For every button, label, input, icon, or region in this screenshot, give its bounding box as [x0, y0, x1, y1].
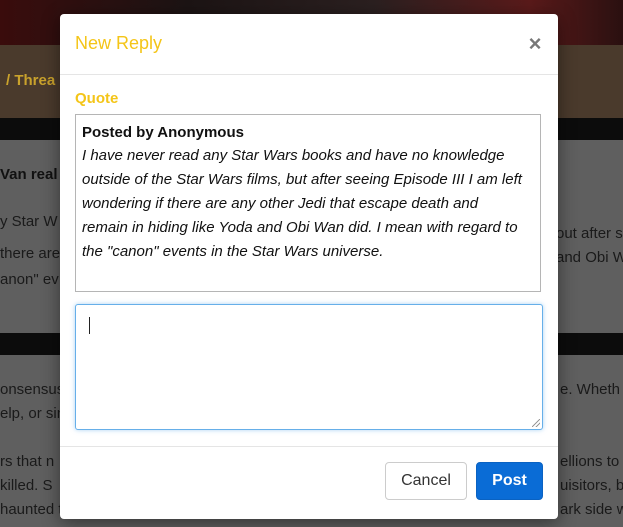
post-text-line: y Star W: [0, 213, 58, 230]
dialog-title: New Reply: [75, 33, 163, 53]
reply-text-line: ellions to: [560, 453, 620, 470]
reply-text-line: uisitors, b: [560, 477, 623, 494]
text-cursor: [89, 317, 90, 334]
dialog-header: New Reply ×: [60, 14, 558, 75]
reply-text-line: killed. S: [0, 477, 53, 494]
quote-text: I have never read any Star Wars books an…: [82, 147, 522, 260]
reply-text-line: elp, or sin: [0, 405, 66, 422]
thread-title: Van real: [0, 166, 58, 183]
resize-handle-icon[interactable]: [532, 419, 540, 427]
close-icon[interactable]: ×: [526, 33, 544, 55]
reply-text-line: onsensus: [0, 381, 65, 398]
post-text-line: there are: [0, 245, 61, 262]
dialog-footer: Cancel Post: [60, 446, 558, 520]
post-button[interactable]: Post: [476, 462, 543, 500]
quote-box[interactable]: Posted by Anonymous I have never read an…: [75, 114, 541, 292]
reply-text-line: rs that n: [0, 453, 55, 470]
quote-author: Posted by Anonymous: [82, 124, 244, 141]
post-text-line: and Obi W: [556, 249, 623, 266]
new-reply-dialog: New Reply × Quote Posted by Anonymous I …: [60, 14, 558, 519]
reply-text-line: ark side w: [560, 501, 623, 518]
cancel-button[interactable]: Cancel: [385, 462, 467, 500]
reply-textarea[interactable]: [75, 304, 543, 430]
breadcrumb[interactable]: / Threa: [6, 72, 55, 89]
reply-text-line: e. Wheth: [560, 381, 621, 398]
post-text-line: anon" ev: [0, 271, 59, 288]
post-text-line: out after s: [556, 225, 623, 242]
quote-label: Quote: [75, 90, 119, 107]
